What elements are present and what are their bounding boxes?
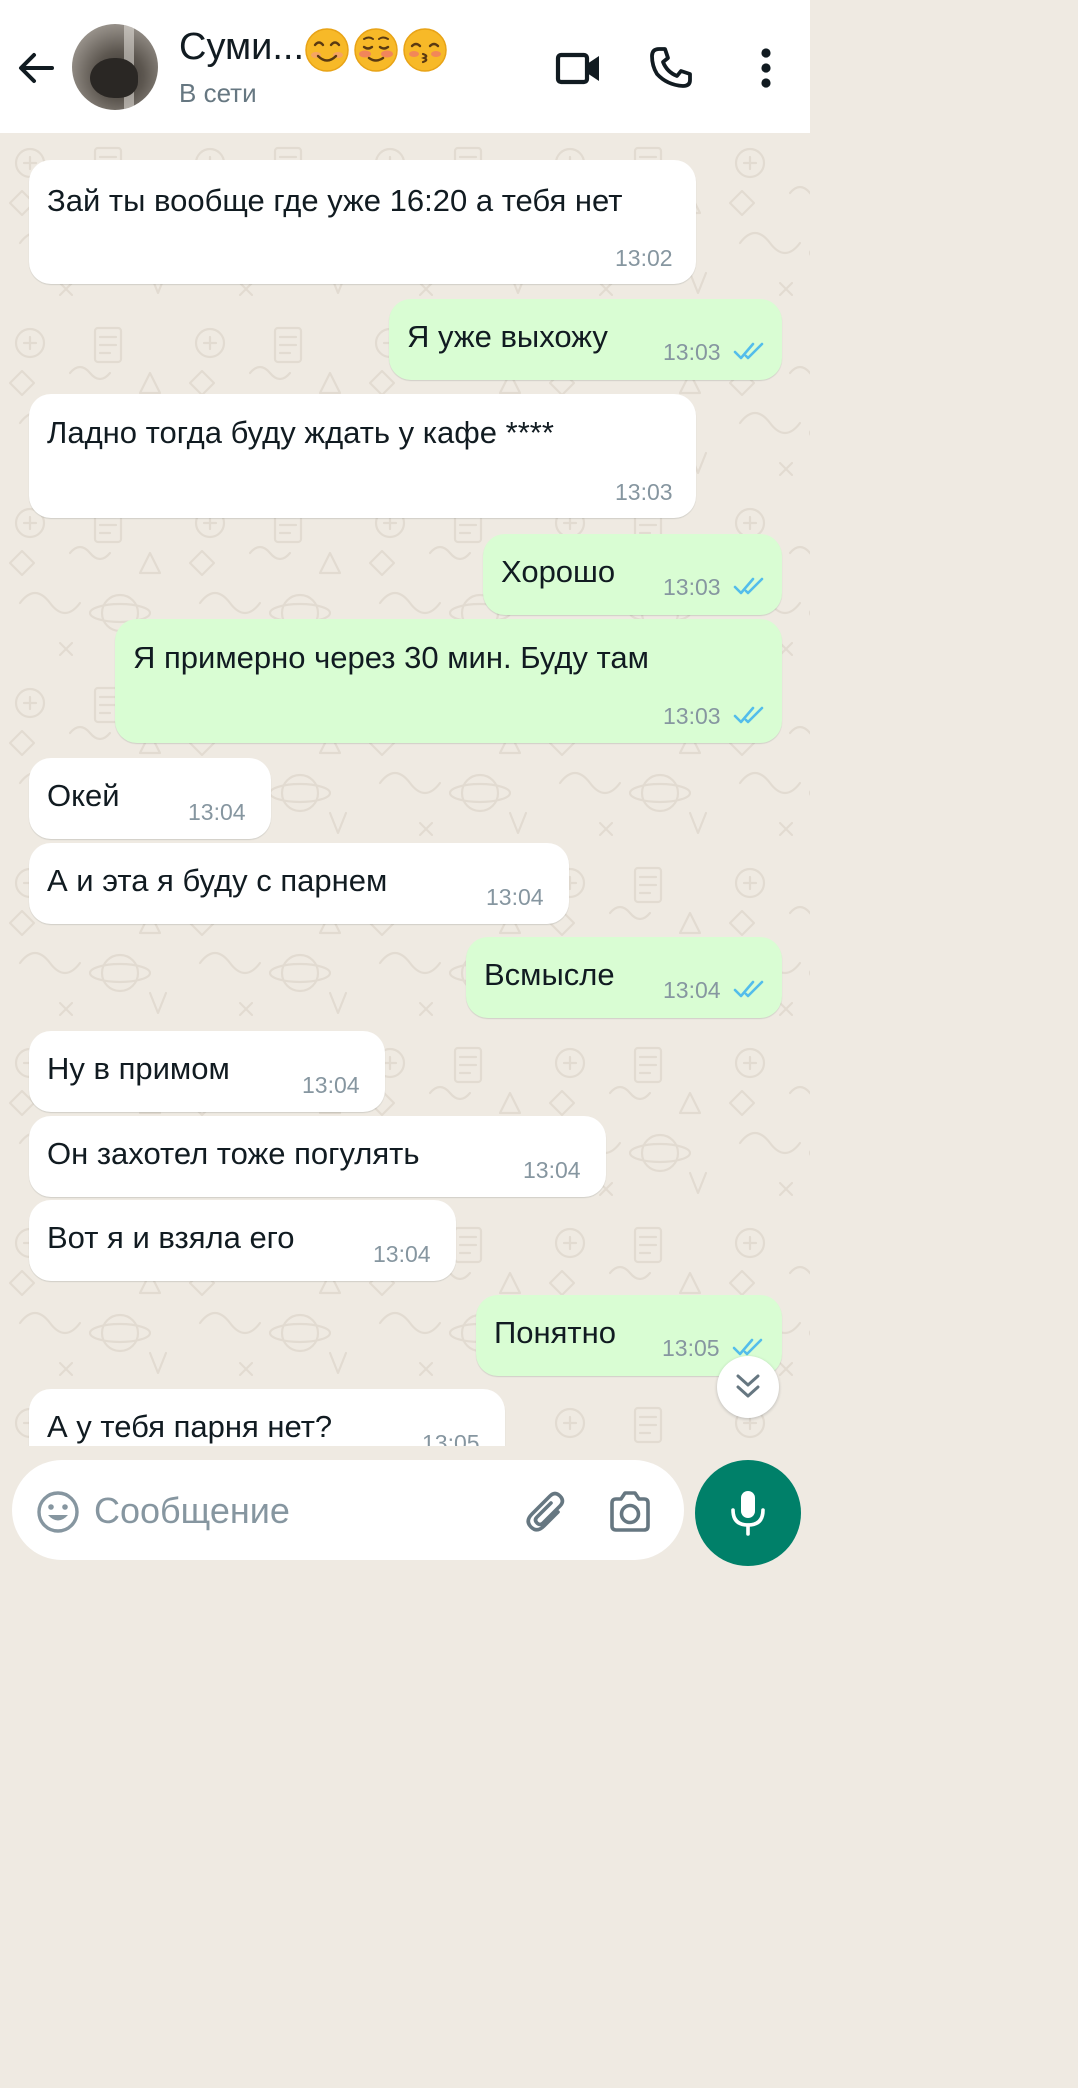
- attach-button[interactable]: [522, 1488, 570, 1536]
- name-emoji-group: [305, 28, 447, 72]
- more-options-button[interactable]: [740, 42, 792, 94]
- message-time: 13:04: [663, 977, 721, 1003]
- video-call-button[interactable]: [553, 42, 605, 94]
- message-input[interactable]: [94, 1485, 494, 1537]
- message-time: 13:04: [523, 1157, 581, 1183]
- message-composer: [0, 1446, 810, 1568]
- message-bubble-incoming[interactable]: Зай ты вообще где уже 16:20 а тебя нет 1…: [29, 160, 696, 284]
- phone-icon: [650, 47, 692, 88]
- voice-message-button[interactable]: [695, 1460, 801, 1566]
- message-bubble-incoming[interactable]: А у тебя парня нет? 13:05: [29, 1389, 505, 1446]
- message-bubble-outgoing[interactable]: Я примерно через 30 мин. Буду там 13:03: [115, 619, 782, 743]
- scroll-to-bottom-button[interactable]: [717, 1356, 779, 1418]
- message-time: 13:03: [663, 339, 721, 365]
- contact-name[interactable]: Суми...: [179, 26, 304, 69]
- message-text: Зай ты вообще где уже 16:20 а тебя нет: [47, 183, 623, 218]
- message-time: 13:04: [302, 1072, 360, 1098]
- message-time: 13:04: [486, 884, 544, 910]
- message-list[interactable]: Зай ты вообще где уже 16:20 а тебя нет 1…: [0, 133, 810, 1446]
- message-bubble-outgoing[interactable]: Всмысле 13:04: [466, 937, 782, 1018]
- message-text: А у тебя парня нет?: [47, 1409, 333, 1444]
- message-time: 13:04: [188, 799, 246, 825]
- message-bubble-outgoing[interactable]: Хорошо 13:03: [483, 534, 782, 615]
- emoji-icon: [37, 1491, 79, 1533]
- message-time: 13:05: [422, 1430, 480, 1446]
- avatar[interactable]: [72, 24, 158, 110]
- message-bubble-incoming[interactable]: Вот я и взяла его 13:04: [29, 1200, 456, 1281]
- paperclip-icon: [526, 1491, 565, 1532]
- message-text: Ладно тогда буду ждать у кафе ****: [47, 415, 554, 450]
- message-bubble-outgoing[interactable]: Я уже выхожу 13:03: [389, 299, 782, 380]
- message-bubble-incoming[interactable]: Окей 13:04: [29, 758, 271, 839]
- emoji-button[interactable]: [36, 1490, 80, 1534]
- read-receipt-icon: [733, 577, 764, 595]
- message-text: Понятно: [494, 1315, 616, 1350]
- microphone-icon: [731, 1491, 765, 1536]
- message-bubble-incoming[interactable]: Он захотел тоже погулять 13:04: [29, 1116, 606, 1197]
- message-time: 13:03: [663, 703, 721, 729]
- read-receipt-icon: [733, 980, 764, 998]
- message-text: Хорошо: [501, 554, 616, 589]
- arrow-left-icon: [19, 53, 54, 83]
- message-time: 13:02: [615, 245, 673, 271]
- message-text: Окей: [47, 778, 120, 813]
- message-text: Я уже выхожу: [407, 319, 608, 354]
- message-bubble-incoming[interactable]: Ладно тогда буду ждать у кафе **** 13:03: [29, 394, 696, 518]
- message-time: 13:03: [663, 574, 721, 600]
- read-receipt-icon: [732, 1338, 763, 1356]
- message-text: Вот я и взяла его: [47, 1220, 295, 1255]
- message-text: А и эта я буду с парнем: [47, 863, 388, 898]
- message-time: 13:04: [373, 1241, 431, 1267]
- smiling-face-icon: [305, 28, 349, 72]
- message-bubble-incoming[interactable]: Ну в примом 13:04: [29, 1031, 385, 1112]
- voice-call-button[interactable]: [645, 42, 697, 94]
- kebab-menu-icon: [761, 48, 771, 88]
- message-text: Я примерно через 30 мин. Буду там: [133, 640, 649, 675]
- camera-icon: [610, 1491, 650, 1532]
- message-text: Ну в примом: [47, 1051, 230, 1086]
- message-time: 13:05: [662, 1335, 720, 1361]
- camera-button[interactable]: [606, 1488, 654, 1536]
- read-receipt-icon: [733, 342, 764, 360]
- video-camera-icon: [555, 52, 599, 85]
- contact-status: В сети: [179, 78, 257, 108]
- back-button[interactable]: [14, 46, 58, 90]
- message-input-container: [12, 1460, 684, 1560]
- read-receipt-icon: [733, 706, 764, 724]
- message-text: Он захотел тоже погулять: [47, 1136, 420, 1171]
- message-bubble-incoming[interactable]: А и эта я буду с парнем 13:04: [29, 843, 569, 924]
- blushing-face-icon: [354, 28, 398, 72]
- chat-header: Суми... В сети: [0, 0, 810, 133]
- message-time: 13:03: [615, 479, 673, 505]
- double-chevron-down-icon: [736, 1374, 760, 1398]
- message-text: Всмысле: [484, 957, 615, 992]
- kissing-face-icon: [403, 28, 447, 72]
